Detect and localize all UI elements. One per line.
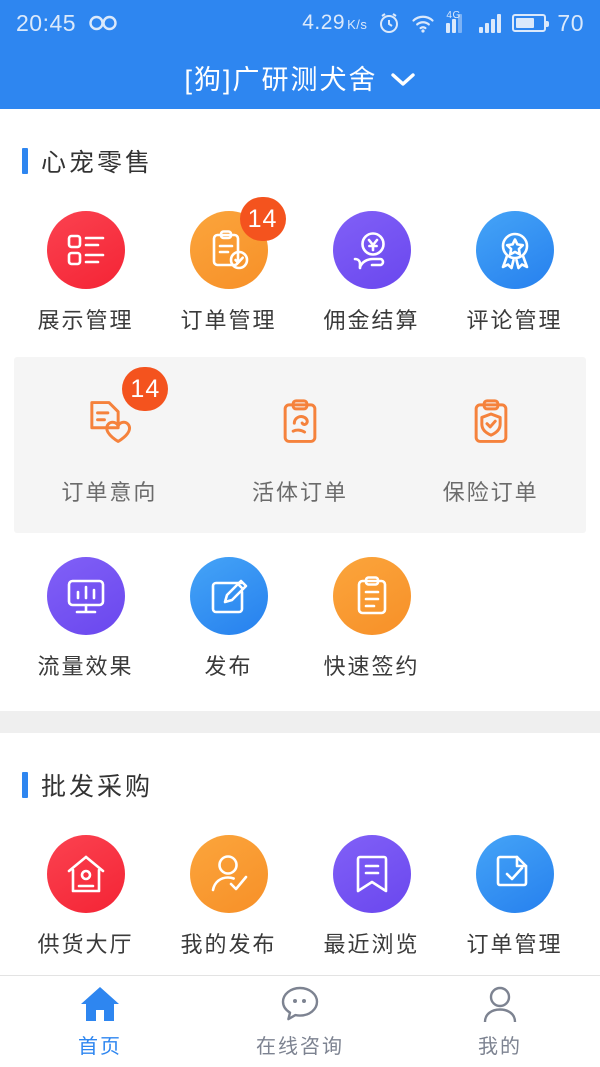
- grid-item-label: 展示管理: [37, 308, 134, 333]
- icon-wrap: [46, 557, 125, 635]
- grid-item-订单管理[interactable]: 14 订单管理: [157, 197, 300, 351]
- edit-pencil-icon: [189, 557, 268, 635]
- section-title: 心宠零售: [0, 109, 600, 187]
- chat-bubble-icon: [278, 984, 322, 1024]
- grid-item-活体订单[interactable]: 活体订单: [205, 371, 396, 523]
- icon-grid: 14 订单意向 活体订单 保险订单: [14, 367, 586, 523]
- infinity-icon: [88, 14, 118, 32]
- grid-item-展示管理[interactable]: 展示管理: [14, 199, 157, 351]
- monitor-chart-icon: [46, 557, 125, 635]
- icon-wrap: [452, 383, 530, 461]
- icon-grid: 流量效果 发布 快速签约: [0, 533, 600, 697]
- section-title-text: 批发采购: [41, 773, 154, 801]
- badge-count: 14: [122, 367, 169, 411]
- icon-wrap: [475, 835, 554, 913]
- nav-label-profile: 我的: [478, 1036, 522, 1058]
- icon-wrap: [189, 557, 268, 635]
- section-批发采购: 批发采购 供货大厅 我的发布 最近浏览 订单管理: [0, 733, 600, 989]
- icon-wrap: [332, 211, 411, 289]
- grid-item-label: 快速签约: [323, 654, 420, 679]
- signal-bars-icon-2: [479, 13, 502, 33]
- person-icon: [478, 984, 522, 1024]
- main-content: 心宠零售 展示管理 14 订单管理 佣金结算 评论管理 14 订单意向 活体订单…: [0, 109, 600, 1029]
- grid-item-label: 流量效果: [37, 654, 134, 679]
- network-speed: 4.29 K/s: [302, 11, 367, 35]
- icon-wrap: [332, 835, 411, 913]
- bottom-nav: 首页 在线咨询 我的: [0, 975, 600, 1067]
- section-title-text: 心宠零售: [41, 149, 154, 177]
- clipboard-shield-check-icon: [452, 383, 530, 461]
- grid-item-评论管理[interactable]: 评论管理: [443, 199, 586, 351]
- panel-group: 14 订单意向 活体订单 保险订单: [14, 357, 586, 533]
- network-speed-unit: K/s: [347, 17, 368, 32]
- grid-item-供货大厅[interactable]: 供货大厅: [14, 823, 157, 975]
- status-bar-left: 20:45: [16, 10, 118, 37]
- section-accent-bar: [22, 148, 28, 174]
- grid-item-label: 保险订单: [442, 480, 539, 505]
- grid-item-我的发布[interactable]: 我的发布: [157, 823, 300, 975]
- page-title: [狗]广研测犬舍: [184, 65, 378, 95]
- icon-grid: 供货大厅 我的发布 最近浏览 订单管理: [0, 811, 600, 975]
- home-icon: [78, 984, 122, 1024]
- grid-item-流量效果[interactable]: 流量效果: [14, 545, 157, 697]
- grid-item-label: 发布: [204, 654, 253, 679]
- icon-wrap: [46, 835, 125, 913]
- document-check-icon: [475, 835, 554, 913]
- icon-wrap: 14: [189, 197, 286, 289]
- grid-item-label: 订单管理: [466, 932, 563, 957]
- nav-item-consult[interactable]: 在线咨询: [200, 976, 400, 1067]
- nav-item-home[interactable]: 首页: [0, 976, 200, 1067]
- grid-item-label: 我的发布: [180, 932, 277, 957]
- grid-item-订单管理[interactable]: 订单管理: [443, 823, 586, 975]
- medal-star-icon: [475, 211, 554, 289]
- grid-item-label: 最近浏览: [323, 932, 420, 957]
- grid-item-label: 活体订单: [251, 480, 348, 505]
- battery-icon: [512, 14, 550, 32]
- section-title: 批发采购: [0, 733, 600, 811]
- grid-item-快速签约[interactable]: 快速签约: [300, 545, 443, 697]
- grid-item-label: 评论管理: [466, 308, 563, 333]
- hand-yuan-coin-icon: [332, 211, 411, 289]
- section-心宠零售: 心宠零售 展示管理 14 订单管理 佣金结算 评论管理 14 订单意向 活体订单…: [0, 109, 600, 711]
- chevron-down-icon[interactable]: [390, 72, 416, 88]
- section-accent-bar: [22, 772, 28, 798]
- bookmark-icon: [332, 835, 411, 913]
- icon-wrap: 14: [70, 367, 169, 461]
- nav-label-consult: 在线咨询: [256, 1036, 344, 1058]
- grid-item-保险订单[interactable]: 保险订单: [395, 371, 586, 523]
- signal-bars-icon: 4G: [446, 10, 468, 33]
- alarm-icon: [378, 12, 400, 34]
- grid-item-最近浏览[interactable]: 最近浏览: [300, 823, 443, 975]
- icon-grid: 展示管理 14 订单管理 佣金结算 评论管理: [0, 187, 600, 351]
- list-icon: [46, 211, 125, 289]
- status-bar-right: 4.29 K/s 4G 70: [302, 10, 584, 37]
- icon-wrap: [189, 835, 268, 913]
- grid-item-佣金结算[interactable]: 佣金结算: [300, 199, 443, 351]
- nav-item-profile[interactable]: 我的: [400, 976, 600, 1067]
- icon-wrap: [475, 211, 554, 289]
- wifi-icon: [411, 14, 435, 33]
- clipboard-lines-icon: [332, 557, 411, 635]
- app-screen: 20:45 4.29 K/s 4G 70 [狗]广研测犬舍 心宠零售 展示管理 …: [0, 0, 600, 1067]
- grid-item-label: 供货大厅: [37, 932, 134, 957]
- grid-item-label: 订单管理: [180, 308, 277, 333]
- network-speed-value: 4.29: [302, 11, 346, 34]
- person-check-icon: [189, 835, 268, 913]
- section-divider: [0, 711, 600, 733]
- status-bar: 20:45 4.29 K/s 4G 70: [0, 0, 600, 46]
- grid-item-label: 订单意向: [61, 480, 158, 505]
- grid-item-订单意向[interactable]: 14 订单意向: [14, 367, 205, 523]
- app-header[interactable]: [狗]广研测犬舍: [0, 46, 600, 109]
- icon-wrap: [332, 557, 411, 635]
- battery-level: 70: [557, 9, 584, 36]
- icon-wrap: [46, 211, 125, 289]
- icon-wrap: [261, 383, 339, 461]
- clipboard-pet-icon: [261, 383, 339, 461]
- nav-label-home: 首页: [78, 1036, 122, 1058]
- badge-count: 14: [239, 197, 286, 241]
- house-icon: [46, 835, 125, 913]
- status-time: 20:45: [16, 9, 77, 36]
- grid-item-发布[interactable]: 发布: [157, 545, 300, 697]
- grid-item-label: 佣金结算: [323, 308, 420, 333]
